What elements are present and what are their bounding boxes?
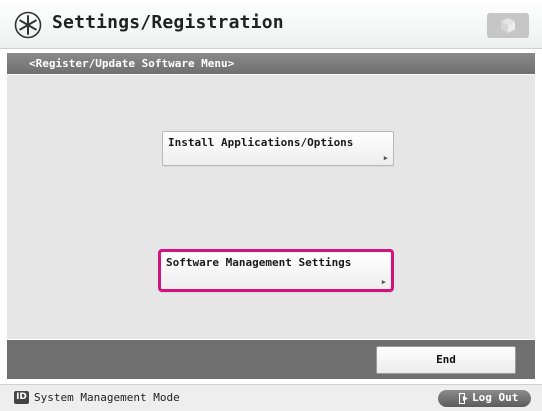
status-bar: ID System Management Mode Log Out [0,384,542,411]
install-applications-options-label: Install Applications/Options [168,136,354,149]
log-out-button[interactable]: Log Out [438,390,531,407]
settings-registration-screen: Settings/Registration <Register/Update S… [0,0,542,411]
header: Settings/Registration [0,0,542,49]
id-badge: ID [14,391,29,404]
log-out-label: Log Out [472,391,519,404]
arrow-right-icon: ▶ [383,154,388,162]
settings-asterisk-icon [14,11,42,39]
software-management-settings-button[interactable]: Software Management Settings ▶ [158,249,394,292]
software-management-settings-label: Software Management Settings [166,256,352,269]
page-title: Settings/Registration [52,12,284,33]
menu-panel: Install Applications/Options ▶ Software … [7,75,535,339]
cube-button[interactable] [487,13,529,38]
logout-door-icon [459,393,469,404]
end-button[interactable]: End [376,346,516,374]
breadcrumb: <Register/Update Software Menu> [7,53,535,74]
system-management-mode-label: System Management Mode [34,391,180,404]
install-applications-options-button[interactable]: Install Applications/Options ▶ [162,131,394,166]
breadcrumb-text: <Register/Update Software Menu> [29,57,235,70]
action-bar: End [7,340,535,379]
arrow-right-icon: ▶ [381,278,386,286]
